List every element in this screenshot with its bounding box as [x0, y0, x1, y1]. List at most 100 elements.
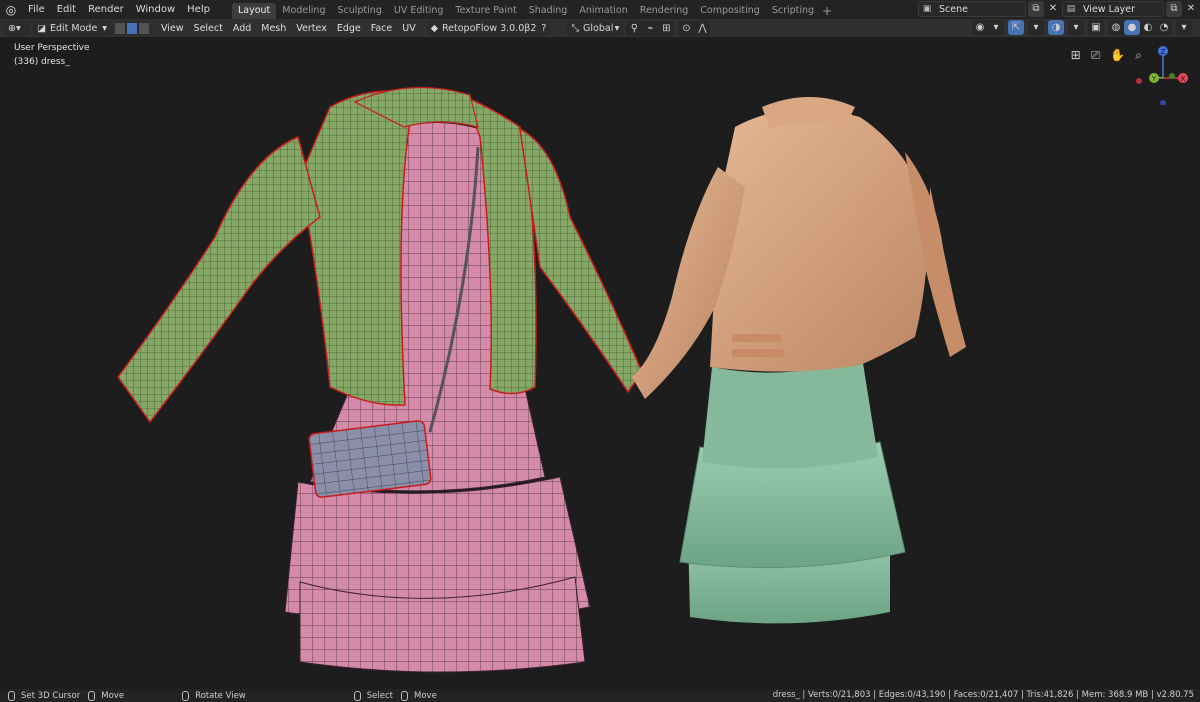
editor-type-button[interactable]: ⊕▾ [4, 20, 30, 36]
editor-type-icon: ⊕▾ [8, 22, 21, 34]
delete-view-layer-icon[interactable]: ✕ [1183, 1, 1199, 17]
view-layer-icon: ▤ [1066, 4, 1076, 14]
wireframe-shading-icon[interactable]: ◍ [1108, 20, 1124, 35]
proportional-group: ⊙ ⋀ [678, 20, 711, 36]
status-set-cursor-label: Set 3D Cursor [21, 690, 81, 701]
edge-select-icon[interactable] [126, 21, 138, 35]
new-scene-icon[interactable]: ⧉ [1028, 1, 1044, 17]
tab-uv-editing[interactable]: UV Editing [388, 3, 450, 19]
shading-controls: ◉ ▾ ⇱ ▾ ◑ ▾ ▣ ◍ ● ◐ ◔ ▾ [972, 20, 1196, 35]
select-mode-group [114, 21, 150, 35]
pivot-snap-group: ⚲ ⌁ ⊞ [626, 20, 675, 36]
scene-selector[interactable]: ▣ Scene [918, 1, 1026, 17]
menu-add[interactable]: Add [228, 21, 256, 36]
xray-toggle: ▣ [1088, 20, 1104, 35]
tab-scripting[interactable]: Scripting [766, 3, 820, 19]
menu-mesh[interactable]: Mesh [256, 21, 291, 36]
viewport-header: ⊕▾ ◪ Edit Mode ▾ View Select Add Mesh Ve… [0, 19, 1200, 37]
status-select: Select [353, 690, 393, 701]
solid-shading-icon[interactable]: ● [1124, 20, 1140, 35]
scene-icon: ▣ [922, 4, 932, 14]
gizmo-toggle: ⇱ [1008, 20, 1024, 35]
visibility-group: ◉ ▾ [972, 20, 1004, 35]
menu-select[interactable]: Select [189, 21, 228, 36]
retopoflow-button[interactable]: ◆ RetopoFlow 3.0.0β2 ? [426, 20, 551, 36]
tab-rendering[interactable]: Rendering [634, 3, 695, 19]
transform-orientation-selector[interactable]: ⤡ Global ▾ [567, 20, 624, 36]
status-move-label: Move [101, 690, 125, 701]
menu-edge[interactable]: Edge [332, 21, 366, 36]
tab-compositing[interactable]: Compositing [694, 3, 766, 19]
chevron-down-icon[interactable]: ▾ [1068, 20, 1084, 35]
xray-icon[interactable]: ▣ [1088, 20, 1104, 35]
status-rotate-view: Rotate View [182, 690, 246, 701]
new-view-layer-icon[interactable]: ⧉ [1166, 1, 1182, 17]
menu-window[interactable]: Window [130, 0, 181, 19]
chevron-down-icon: ▾ [614, 22, 620, 34]
help-icon[interactable]: ? [541, 23, 546, 34]
visibility-icon[interactable]: ◉ [972, 20, 988, 35]
mouse-right-icon [401, 690, 408, 701]
snap-icon[interactable]: ⌁ [642, 21, 658, 36]
view-layer-name: View Layer [1083, 3, 1136, 15]
status-select-label: Select [366, 690, 393, 701]
menu-view[interactable]: View [156, 21, 189, 36]
menu-uv[interactable]: UV [397, 21, 420, 36]
menu-edit[interactable]: Edit [51, 0, 82, 19]
proportional-editing-icon[interactable]: ⊙ [678, 21, 694, 36]
tab-layout[interactable]: Layout [231, 3, 277, 19]
status-move-2-label: Move [414, 690, 437, 701]
scene-statistics: dress_ | Verts:0/21,803 | Edges:0/43,190… [772, 690, 1194, 700]
tab-animation[interactable]: Animation [573, 3, 633, 19]
edit-mode-icon: ◪ [37, 22, 46, 34]
menu-file[interactable]: File [22, 0, 51, 19]
face-select-icon[interactable] [138, 21, 150, 35]
material-shading-icon[interactable]: ◐ [1140, 20, 1156, 35]
chevron-down-icon[interactable]: ▾ [1028, 20, 1044, 35]
status-bar: Set 3D Cursor Move Rotate View Select Mo… [0, 689, 1200, 702]
top-menu-bar: ◎ File Edit Render Window Help Layout Mo… [0, 0, 1200, 19]
shading-dropdown: ▾ [1176, 20, 1192, 35]
blender-logo-icon[interactable]: ◎ [0, 0, 22, 19]
mode-selector[interactable]: ◪ Edit Mode ▾ [33, 20, 111, 36]
overlay-toggle: ◑ [1048, 20, 1064, 35]
3d-viewport[interactable]: User Perspective (336) dress_ ⊞ ⎚ ✋ ⌕ Z … [0, 37, 1200, 689]
workspace-tabs: Layout Modeling Sculpting UV Editing Tex… [231, 0, 834, 19]
scene-name: Scene [939, 3, 968, 15]
tab-sculpting[interactable]: Sculpting [331, 3, 387, 19]
vertex-select-icon[interactable] [114, 21, 126, 35]
pivot-point-icon[interactable]: ⚲ [626, 21, 642, 36]
mouse-left-icon [8, 690, 15, 701]
retopoflow-label: RetopoFlow 3.0.0β2 [442, 22, 537, 34]
mouse-middle-icon [88, 690, 96, 701]
rendered-shading-icon[interactable]: ◔ [1156, 20, 1172, 35]
status-set-cursor: Set 3D Cursor [8, 690, 81, 701]
overlay-dropdown: ▾ [1068, 20, 1084, 35]
menu-face[interactable]: Face [366, 21, 397, 36]
menu-render[interactable]: Render [82, 0, 130, 19]
gizmo-icon[interactable]: ⇱ [1008, 20, 1024, 35]
add-workspace-button[interactable]: + [820, 3, 834, 19]
chevron-down-icon: ▾ [102, 22, 107, 34]
shading-mode-group: ◍ ● ◐ ◔ [1108, 20, 1172, 35]
overlays-icon[interactable]: ◑ [1048, 20, 1064, 35]
orientation-label: Global [583, 22, 614, 34]
menu-vertex[interactable]: Vertex [291, 21, 332, 36]
status-move-2: Move [401, 690, 437, 701]
gizmo-dropdown: ▾ [1028, 20, 1044, 35]
mode-label: Edit Mode [49, 22, 98, 34]
wireframe-dress-model [117, 86, 643, 673]
status-rotate-view-label: Rotate View [195, 690, 246, 701]
delete-scene-icon[interactable]: ✕ [1045, 1, 1061, 17]
status-move: Move [88, 690, 125, 701]
chevron-down-icon[interactable]: ▾ [1176, 20, 1192, 35]
menu-help[interactable]: Help [181, 0, 216, 19]
snap-element-icon[interactable]: ⊞ [658, 21, 674, 36]
view-layer-selector[interactable]: ▤ View Layer [1062, 1, 1164, 17]
tab-texture-paint[interactable]: Texture Paint [449, 3, 522, 19]
shaded-dress-model [632, 97, 966, 624]
tab-modeling[interactable]: Modeling [276, 3, 331, 19]
tab-shading[interactable]: Shading [523, 3, 574, 19]
falloff-icon[interactable]: ⋀ [694, 21, 710, 36]
chevron-down-icon[interactable]: ▾ [988, 20, 1004, 35]
